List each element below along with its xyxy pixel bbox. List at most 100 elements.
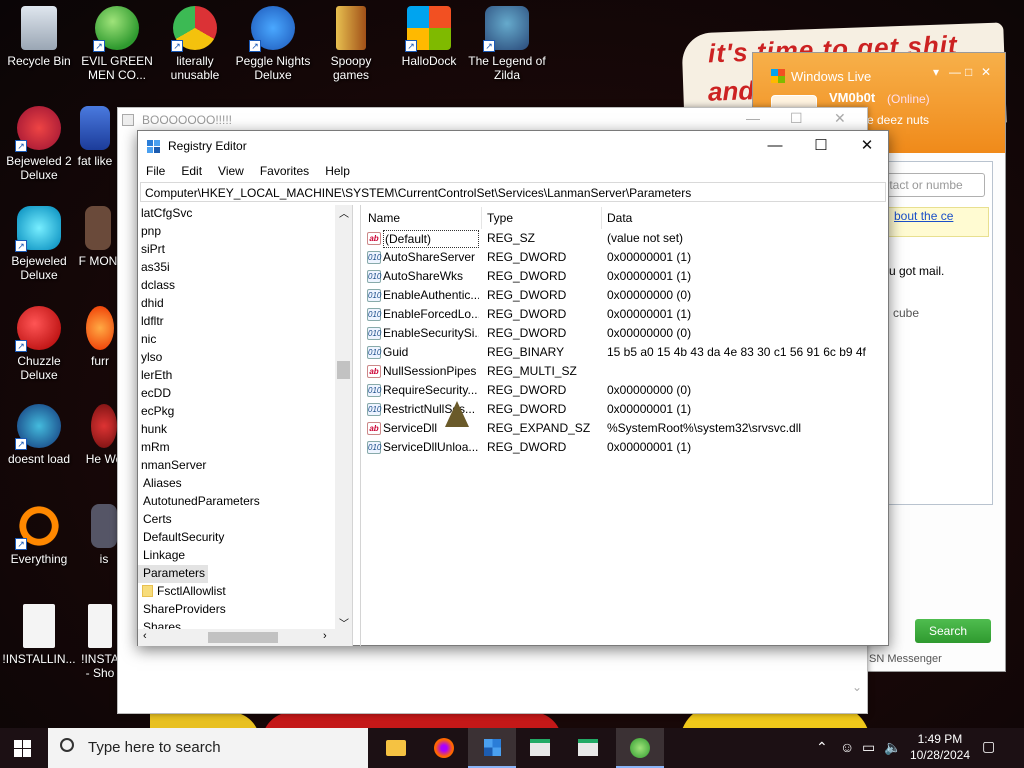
- value-row[interactable]: 010 AutoShareServer REG_DWORD 0x00000001 (1…: [361, 248, 889, 267]
- title-bar[interactable]: Registry Editor — ☐ ✕: [138, 131, 888, 161]
- minimize-icon[interactable]: —: [949, 65, 961, 79]
- chevron-down-icon[interactable]: ﹀: [339, 615, 349, 630]
- msn-menu-icon[interactable]: ▾: [933, 65, 939, 79]
- desktop-icon-insta-sho[interactable]: !INSTA - Sho: [80, 604, 120, 680]
- tree-item[interactable]: nic: [138, 331, 156, 349]
- values-pane[interactable]: Name Type Data ab (Default) REG_SZ (value n…: [360, 205, 888, 646]
- desktop-icon-fat-like[interactable]: fat like: [70, 106, 120, 168]
- value-row[interactable]: 010 RestrictNullSes... REG_DWORD 0x00000001…: [361, 400, 889, 419]
- desktop-icon-recycle-bin[interactable]: Recycle Bin: [0, 6, 78, 68]
- desktop-icon-peggle-nights[interactable]: ↗ Peggle Nights Deluxe: [234, 6, 312, 82]
- maximize-icon[interactable]: ☐: [790, 110, 803, 127]
- tree-item[interactable]: ShareProviders: [138, 601, 226, 619]
- value-row[interactable]: 010 EnableSecuritySi... REG_DWORD 0x0000000…: [361, 324, 889, 343]
- tree-item[interactable]: DefaultSecurity: [138, 529, 224, 547]
- chevron-up-icon[interactable]: ︿: [339, 205, 349, 220]
- key-tree-pane[interactable]: latCfgSvc pnp siPrt as35i dclass dhid ld…: [138, 205, 353, 646]
- close-icon[interactable]: ✕: [981, 65, 991, 79]
- desktop-icon-bejeweled-2[interactable]: ↗ Bejeweled 2 Deluxe: [0, 106, 78, 182]
- tree-item[interactable]: as35i: [138, 259, 170, 277]
- msn-status[interactable]: (Online): [887, 92, 930, 106]
- tree-item[interactable]: AutotunedParameters: [138, 493, 260, 511]
- desktop-icon-spoopy-games[interactable]: Spoopy games: [312, 6, 390, 82]
- desktop-icon-chuzzle[interactable]: ↗ Chuzzle Deluxe: [0, 306, 78, 382]
- close-icon[interactable]: ✕: [844, 131, 890, 161]
- tree-item[interactable]: ldfltr: [138, 313, 164, 331]
- msn-username[interactable]: VM0b0t: [829, 90, 875, 105]
- msn-tray-icon[interactable]: ☺: [840, 739, 854, 755]
- tree-item[interactable]: Certs: [138, 511, 172, 529]
- tree-item[interactable]: pnp: [138, 223, 161, 241]
- scrollbar-thumb[interactable]: [208, 632, 278, 643]
- chevron-left-icon[interactable]: ‹: [143, 630, 147, 642]
- value-row[interactable]: 010 AutoShareWks REG_DWORD 0x00000001 (1): [361, 267, 889, 286]
- taskbar-file-explorer[interactable]: [372, 728, 420, 768]
- taskbar-window-3[interactable]: [564, 728, 612, 768]
- column-header-data[interactable]: Data: [607, 211, 632, 225]
- minimize-icon[interactable]: —: [746, 110, 760, 126]
- column-divider[interactable]: [481, 207, 482, 229]
- column-header-type[interactable]: Type: [487, 211, 513, 225]
- address-bar[interactable]: Computer\HKEY_LOCAL_MACHINE\SYSTEM\Curre…: [140, 182, 886, 202]
- tree-vertical-scrollbar[interactable]: ︿ ﹀: [335, 205, 352, 630]
- tree-item[interactable]: dhid: [138, 295, 164, 313]
- maximize-icon[interactable]: □: [965, 65, 972, 79]
- desktop-icon-bejeweled[interactable]: ↗ Bejeweled Deluxe: [0, 206, 78, 282]
- desktop-icon-literally-unusable[interactable]: ↗ literally unusable: [156, 6, 234, 82]
- value-row[interactable]: ab (Default) REG_SZ (value not set): [361, 229, 889, 248]
- value-row[interactable]: 010 RequireSecurity... REG_DWORD 0x00000000…: [361, 381, 889, 400]
- minimize-icon[interactable]: —: [752, 131, 798, 161]
- network-icon[interactable]: ▭: [862, 739, 875, 756]
- desktop-icon-evil-green-men[interactable]: ↗ EVIL GREEN MEN CO...: [78, 6, 156, 82]
- column-header-name[interactable]: Name: [368, 211, 400, 225]
- chevron-right-icon[interactable]: ›: [323, 630, 327, 642]
- msn-mail-notice[interactable]: u got mail.: [889, 264, 944, 278]
- tree-item[interactable]: nmanServer: [138, 457, 206, 475]
- menu-help[interactable]: Help: [317, 161, 358, 178]
- tree-item[interactable]: FsctlAllowlist: [138, 583, 226, 601]
- desktop-icon-installing[interactable]: !INSTALLIN...: [0, 604, 78, 666]
- taskbar-regedit[interactable]: [468, 728, 516, 768]
- column-divider[interactable]: [601, 207, 602, 229]
- tree-item-selected[interactable]: Parameters: [138, 565, 209, 583]
- taskbar-firefox[interactable]: [420, 728, 468, 768]
- notification-icon[interactable]: ▢: [982, 738, 995, 755]
- taskbar-clock[interactable]: 1:49 PM 10/28/2024: [910, 731, 970, 763]
- tree-item[interactable]: hunk: [138, 421, 167, 439]
- maximize-icon[interactable]: ☐: [798, 131, 844, 161]
- desktop-icon-hallodock[interactable]: ↗ HalloDock: [390, 6, 468, 68]
- menu-view[interactable]: View: [210, 161, 252, 178]
- scrollbar-thumb[interactable]: [337, 361, 350, 379]
- chevron-down-icon[interactable]: ⌄: [852, 680, 862, 694]
- tree-horizontal-scrollbar[interactable]: ‹ ›: [138, 629, 352, 646]
- tree-item[interactable]: ylso: [138, 349, 162, 367]
- msn-search-button[interactable]: Search: [915, 619, 991, 643]
- tree-item[interactable]: Aliases: [138, 475, 182, 493]
- registry-editor-window[interactable]: Registry Editor — ☐ ✕ File Edit View Favori…: [137, 130, 889, 646]
- tree-item[interactable]: mRm: [138, 439, 170, 457]
- value-row[interactable]: ab ServiceDll REG_EXPAND_SZ %SystemRoot%\sy…: [361, 419, 889, 438]
- value-row[interactable]: 010 EnableAuthentic... REG_DWORD 0x00000000…: [361, 286, 889, 305]
- tree-item[interactable]: Linkage: [138, 547, 185, 565]
- chevron-up-icon[interactable]: ⌃: [816, 739, 828, 756]
- value-row[interactable]: ab NullSessionPipes REG_MULTI_SZ: [361, 362, 889, 381]
- menu-file[interactable]: File: [138, 161, 173, 178]
- tree-item[interactable]: ecDD: [138, 385, 171, 403]
- taskbar-search-input[interactable]: Type here to search: [48, 728, 368, 768]
- tree-item[interactable]: latCfgSvc: [138, 205, 192, 223]
- desktop-icon-doesnt-load[interactable]: ↗ doesnt load: [0, 404, 78, 466]
- value-row[interactable]: 010 EnableForcedLo... REG_DWORD 0x00000001 …: [361, 305, 889, 324]
- tree-item[interactable]: lerEth: [138, 367, 172, 385]
- tree-item[interactable]: siPrt: [138, 241, 165, 259]
- desktop-icon-f-mon[interactable]: F MON: [78, 206, 118, 268]
- tree-item[interactable]: ecPkg: [138, 403, 174, 421]
- volume-icon[interactable]: 🔈: [884, 739, 901, 756]
- menu-favorites[interactable]: Favorites: [252, 161, 317, 178]
- menu-edit[interactable]: Edit: [173, 161, 210, 178]
- desktop-icon-furr[interactable]: furr: [80, 306, 120, 368]
- desktop-icon-everything[interactable]: ↗ Everything: [0, 504, 78, 566]
- close-icon[interactable]: ✕: [834, 110, 846, 127]
- tree-item[interactable]: dclass: [138, 277, 175, 295]
- windows-start-icon[interactable]: [14, 740, 31, 757]
- value-row[interactable]: 010 Guid REG_BINARY 15 b5 a0 15 4b 43 da 4e…: [361, 343, 889, 362]
